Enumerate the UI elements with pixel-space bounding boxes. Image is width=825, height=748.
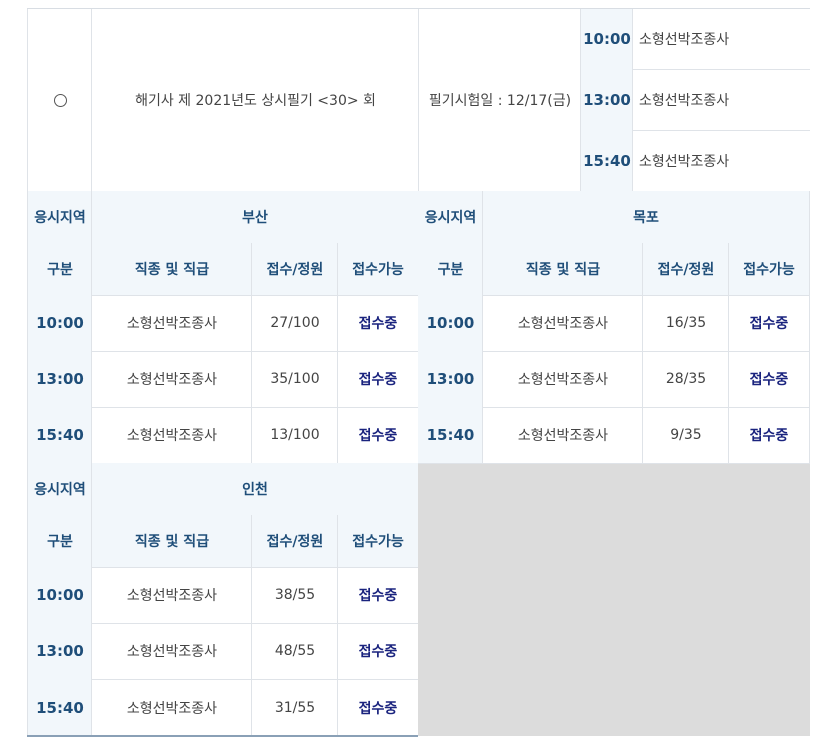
col-job-header: 직종 및 직급 xyxy=(91,515,252,568)
row-time: 15:40 xyxy=(27,407,92,464)
row-job: 소형선박조종사 xyxy=(482,351,643,408)
row-time: 13:00 xyxy=(418,351,483,408)
exam-schedule: 해기사 제 2021년도 상시필기 <30> 회 필기시험일 : 12/17(금… xyxy=(0,0,825,748)
empty-region-placeholder xyxy=(418,464,810,736)
col-type-header: 구분 xyxy=(418,243,483,296)
row-time: 13:00 xyxy=(27,351,92,408)
session-job: 소형선박조종사 xyxy=(632,9,810,70)
row-status[interactable]: 접수중 xyxy=(728,407,810,464)
row-job: 소형선박조종사 xyxy=(482,407,643,464)
row-status[interactable]: 접수중 xyxy=(337,623,419,680)
row-time: 10:00 xyxy=(418,295,483,352)
row-job: 소형선박조종사 xyxy=(91,567,252,624)
region-name-busan: 부산 xyxy=(91,191,419,244)
region-label: 응시지역 xyxy=(418,191,483,244)
row-count: 13/100 xyxy=(251,407,338,464)
row-status[interactable]: 접수중 xyxy=(728,295,810,352)
col-job-header: 직종 및 직급 xyxy=(91,243,252,296)
exam-select-radio[interactable] xyxy=(53,93,67,107)
row-status[interactable]: 접수중 xyxy=(337,295,419,352)
row-count: 28/35 xyxy=(642,351,729,408)
row-time: 15:40 xyxy=(418,407,483,464)
row-count: 16/35 xyxy=(642,295,729,352)
row-count: 27/100 xyxy=(251,295,338,352)
session-time: 15:40 xyxy=(580,130,633,192)
row-job: 소형선박조종사 xyxy=(91,351,252,408)
row-job: 소형선박조종사 xyxy=(91,623,252,680)
exam-date: 필기시험일 : 12/17(금) xyxy=(418,9,581,192)
region-name-mokpo: 목포 xyxy=(482,191,810,244)
row-count: 48/55 xyxy=(251,623,338,680)
row-time: 10:00 xyxy=(27,295,92,352)
row-status[interactable]: 접수중 xyxy=(337,351,419,408)
table-bottom-border xyxy=(27,735,418,737)
col-count-header: 접수/정원 xyxy=(642,243,729,296)
row-time: 15:40 xyxy=(27,679,92,736)
row-status[interactable]: 접수중 xyxy=(337,679,419,736)
region-label: 응시지역 xyxy=(27,463,92,516)
session-job: 소형선박조종사 xyxy=(632,130,810,192)
row-job: 소형선박조종사 xyxy=(91,295,252,352)
row-count: 9/35 xyxy=(642,407,729,464)
row-job: 소형선박조종사 xyxy=(91,679,252,736)
row-job: 소형선박조종사 xyxy=(91,407,252,464)
col-count-header: 접수/정원 xyxy=(251,243,338,296)
row-time: 10:00 xyxy=(27,567,92,624)
row-count: 38/55 xyxy=(251,567,338,624)
session-time: 10:00 xyxy=(580,9,633,70)
col-avail-header: 접수가능 xyxy=(337,515,419,568)
row-status[interactable]: 접수중 xyxy=(728,351,810,408)
col-count-header: 접수/정원 xyxy=(251,515,338,568)
col-avail-header: 접수가능 xyxy=(728,243,810,296)
row-time: 13:00 xyxy=(27,623,92,680)
row-status[interactable]: 접수중 xyxy=(337,407,419,464)
region-name-incheon: 인천 xyxy=(91,463,419,516)
col-type-header: 구분 xyxy=(27,515,92,568)
col-type-header: 구분 xyxy=(27,243,92,296)
row-count: 35/100 xyxy=(251,351,338,408)
session-job: 소형선박조종사 xyxy=(632,69,810,131)
region-label: 응시지역 xyxy=(27,191,92,244)
exam-title: 해기사 제 2021년도 상시필기 <30> 회 xyxy=(91,9,419,192)
row-count: 31/55 xyxy=(251,679,338,736)
session-time: 13:00 xyxy=(580,69,633,131)
col-avail-header: 접수가능 xyxy=(337,243,419,296)
row-status[interactable]: 접수중 xyxy=(337,567,419,624)
exam-select-cell[interactable] xyxy=(27,9,92,192)
col-job-header: 직종 및 직급 xyxy=(482,243,643,296)
row-job: 소형선박조종사 xyxy=(482,295,643,352)
